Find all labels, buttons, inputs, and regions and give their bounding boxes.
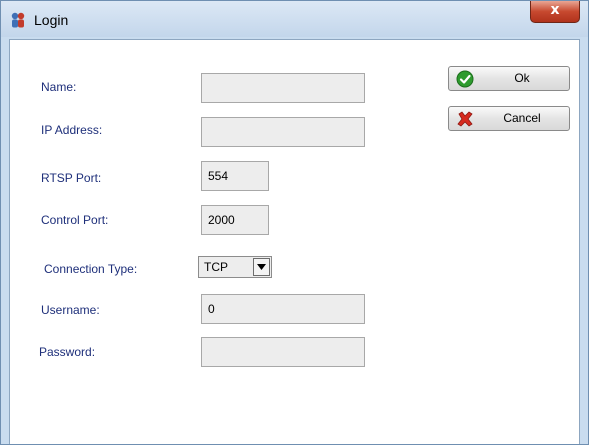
title-bar[interactable]: Login x <box>1 1 588 37</box>
dropdown-arrow-icon[interactable] <box>253 258 270 276</box>
login-window: Login x Name: IP Address: RTSP Port: 554… <box>0 0 589 445</box>
password-label: Password: <box>39 345 96 359</box>
name-input[interactable] <box>201 73 365 103</box>
control-port-label: Control Port: <box>41 213 109 227</box>
connection-type-select[interactable]: TCP <box>198 256 272 278</box>
connection-type-label: Connection Type: <box>44 262 138 276</box>
password-input[interactable] <box>201 337 365 367</box>
rtsp-port-input[interactable]: 554 <box>201 161 269 191</box>
username-input[interactable]: 0 <box>201 294 365 324</box>
close-icon: x <box>550 2 560 18</box>
login-form: Name: IP Address: RTSP Port: 554 Control… <box>9 39 580 444</box>
cancel-button[interactable]: Cancel <box>448 106 570 131</box>
username-label: Username: <box>41 303 100 317</box>
cancel-label: Cancel <box>503 111 541 125</box>
connection-type-value: TCP <box>204 260 228 274</box>
ok-label: Ok <box>514 71 530 85</box>
check-icon <box>456 70 474 88</box>
x-icon <box>456 110 474 128</box>
ip-address-input[interactable] <box>201 117 365 147</box>
close-button[interactable]: x <box>530 1 580 23</box>
name-label: Name: <box>41 80 77 94</box>
rtsp-port-label: RTSP Port: <box>41 171 102 185</box>
control-port-input[interactable]: 2000 <box>201 205 269 235</box>
ip-address-label: IP Address: <box>41 123 103 137</box>
window-title: Login <box>34 12 69 28</box>
ok-button[interactable]: Ok <box>448 66 570 91</box>
app-icon <box>9 11 27 29</box>
